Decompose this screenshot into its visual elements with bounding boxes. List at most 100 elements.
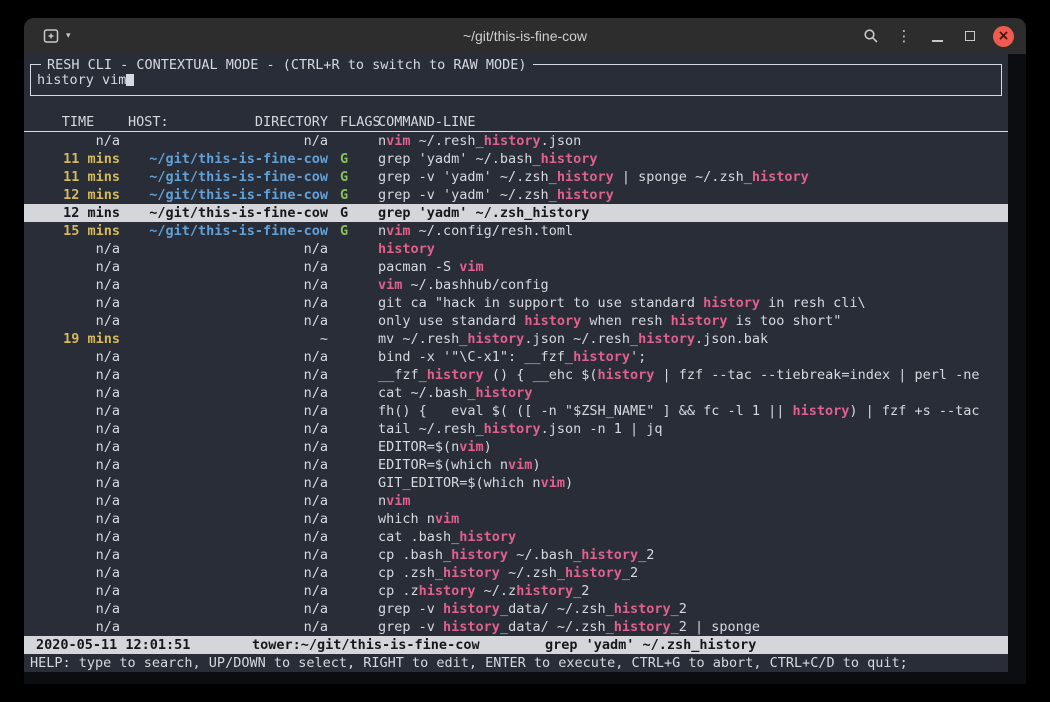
history-row[interactable]: n/a n/a pacman -S vim	[24, 258, 1008, 276]
row-time: n/a	[36, 384, 120, 402]
row-flags: G	[336, 204, 378, 222]
row-directory: n/a	[128, 366, 328, 384]
history-row[interactable]: n/an/avim ~/.bashhub/config	[24, 276, 1008, 294]
row-directory: ~/git/this-is-fine-cow	[128, 186, 328, 204]
row-command: grep -v history_data/ ~/.zsh_history_2	[378, 600, 1008, 618]
row-time: n/a	[36, 240, 120, 258]
row-time: n/a	[36, 456, 120, 474]
row-flags	[336, 618, 378, 636]
row-flags	[336, 384, 378, 402]
search-icon	[863, 28, 879, 44]
row-time: n/a	[36, 600, 120, 618]
row-flags	[336, 546, 378, 564]
row-time: n/a	[36, 582, 120, 600]
history-row[interactable]: n/a n/a grep -v history_data/ ~/.zsh_histo…	[24, 600, 1008, 618]
search-button[interactable]	[858, 23, 884, 49]
close-button[interactable]: ×	[993, 26, 1014, 47]
row-command: nvim	[378, 492, 1008, 510]
history-row[interactable]: n/an/anvim	[24, 492, 1008, 510]
history-row[interactable]: n/an/aEDITOR=$(nvim)	[24, 438, 1008, 456]
history-row[interactable]: n/an/ahistory	[24, 240, 1008, 258]
row-directory: n/a	[128, 240, 328, 258]
close-icon: ×	[998, 29, 1010, 43]
row-time: 11 mins	[36, 168, 120, 186]
maximize-button[interactable]	[957, 23, 983, 49]
new-tab-button[interactable]: ▾	[38, 25, 76, 47]
history-row[interactable]: n/an/awhich nvim	[24, 510, 1008, 528]
row-directory: ~	[128, 330, 328, 348]
row-command: mv ~/.resh_history.json ~/.resh_history.…	[378, 330, 1008, 348]
row-time: 11 mins	[36, 150, 120, 168]
titlebar-left: ▾	[24, 25, 76, 47]
history-row[interactable]: n/an/atail ~/.resh_history.json -n 1 | j…	[24, 420, 1008, 438]
history-row[interactable]: 19 mins~mv ~/.resh_history.json ~/.resh_…	[24, 330, 1008, 348]
row-flags	[336, 366, 378, 384]
history-row[interactable]: n/an/acp .bash_history ~/.bash_history_2	[24, 546, 1008, 564]
history-row[interactable]: 11 mins~/git/this-is-fine-cowGgrep -v 'y…	[24, 168, 1008, 186]
row-flags	[336, 510, 378, 528]
row-time: n/a	[36, 492, 120, 510]
history-row[interactable]: n/an/aGIT_EDITOR=$(which nvim)	[24, 474, 1008, 492]
history-row[interactable]: 12 mins~/git/this-is-fine-cowGgrep -v 'y…	[24, 186, 1008, 204]
maximize-icon	[965, 31, 975, 41]
history-row[interactable]: 15 mins~/git/this-is-fine-cowGnvim ~/.co…	[24, 222, 1008, 240]
row-flags	[336, 438, 378, 456]
row-directory: n/a	[128, 618, 328, 636]
header-command: COMMAND-LINE	[378, 114, 1008, 131]
row-flags: G	[336, 150, 378, 168]
row-command: cp .zhistory ~/.zhistory_2	[378, 582, 1008, 600]
row-directory: n/a	[128, 600, 328, 618]
history-row[interactable]: n/an/agrep -v history_data/ ~/.zsh_histo…	[24, 618, 1008, 636]
row-time: n/a	[36, 618, 120, 636]
row-time: n/a	[36, 258, 120, 276]
row-flags	[336, 312, 378, 330]
row-command: only use standard history when resh hist…	[378, 312, 1008, 330]
row-directory: n/a	[128, 258, 328, 276]
terminal-window: ▾ ~/git/this-is-fine-cow ⋮ ×	[24, 18, 1026, 684]
row-time: 12 mins	[36, 204, 120, 222]
history-row[interactable]: n/an/afh() { eval $( ([ -n "$ZSH_NAME" ]…	[24, 402, 1008, 420]
history-row[interactable]: n/an/abind -x '"\C-x1": __fzf_history';	[24, 348, 1008, 366]
status-command: grep 'yadm' ~/.zsh_history	[545, 636, 756, 654]
history-row[interactable]: n/a n/a cp .zhistory ~/.zhistory_2	[24, 582, 1008, 600]
row-directory: n/a	[128, 564, 328, 582]
history-row[interactable]: n/an/acat .bash_history	[24, 528, 1008, 546]
history-row[interactable]: n/an/acp .zsh_history ~/.zsh_history_2	[24, 564, 1008, 582]
history-row[interactable]: n/an/agit ca "hack in support to use sta…	[24, 294, 1008, 312]
row-flags: G	[336, 222, 378, 240]
history-row[interactable]: n/an/anvim ~/.resh_history.json	[24, 132, 1008, 150]
row-directory: n/a	[128, 582, 328, 600]
search-input[interactable]: history vim	[37, 72, 126, 88]
row-flags: G	[336, 186, 378, 204]
history-row[interactable]: n/an/a__fzf_history () { __ehc $(history…	[24, 366, 1008, 384]
history-row[interactable]: n/an/aonly use standard history when res…	[24, 312, 1008, 330]
row-command: nvim ~/.config/resh.toml	[378, 222, 1008, 240]
row-directory: n/a	[128, 510, 328, 528]
row-command: __fzf_history () { __ehc $(history | fzf…	[378, 366, 1008, 384]
row-time: n/a	[36, 528, 120, 546]
history-row[interactable]: 11 mins~/git/this-is-fine-cowGgrep 'yadm…	[24, 150, 1008, 168]
row-command: bind -x '"\C-x1": __fzf_history';	[378, 348, 1008, 366]
history-row[interactable]: 12 mins~/git/this-is-fine-cowGgrep 'yadm…	[24, 204, 1008, 222]
row-time: n/a	[36, 564, 120, 582]
header-host-directory: HOST:DIRECTORY	[128, 114, 328, 131]
history-row[interactable]: n/an/acat ~/.bash_history	[24, 384, 1008, 402]
row-time: n/a	[36, 474, 120, 492]
row-command: pacman -S vim	[378, 258, 1008, 276]
row-time: n/a	[36, 402, 120, 420]
history-row[interactable]: n/an/aEDITOR=$(which nvim)	[24, 456, 1008, 474]
header-host: HOST:	[128, 114, 169, 131]
row-directory: n/a	[128, 402, 328, 420]
search-box[interactable]: RESH CLI - CONTEXTUAL MODE - (CTRL+R to …	[30, 64, 1002, 96]
row-time: n/a	[36, 132, 120, 150]
row-command: GIT_EDITOR=$(which nvim)	[378, 474, 1008, 492]
row-flags	[336, 600, 378, 618]
row-directory: ~/git/this-is-fine-cow	[128, 204, 328, 222]
chevron-down-icon: ▾	[66, 31, 71, 41]
row-flags	[336, 402, 378, 420]
menu-button[interactable]: ⋮	[891, 23, 917, 49]
row-flags	[336, 258, 378, 276]
row-flags	[336, 528, 378, 546]
row-time: n/a	[36, 546, 120, 564]
minimize-button[interactable]	[924, 23, 950, 49]
